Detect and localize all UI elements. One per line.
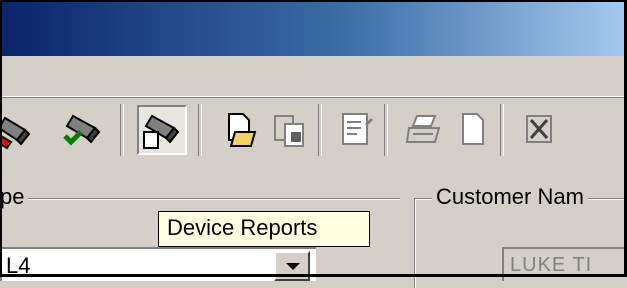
blank-page-button[interactable] xyxy=(448,105,498,155)
device-reports-icon xyxy=(143,114,180,149)
properties-icon xyxy=(342,113,373,145)
toolbar-separator xyxy=(120,104,124,156)
toolbar-separator xyxy=(318,104,322,156)
close-tool-icon xyxy=(526,115,552,143)
window-title-bar xyxy=(0,0,627,56)
customer-group-label: Customer Nam xyxy=(432,184,588,210)
toolbar-separator xyxy=(198,104,202,156)
type-combobox[interactable]: L4 xyxy=(0,247,316,281)
device-red-button[interactable] xyxy=(0,105,42,155)
customer-name-value: LUKE TI xyxy=(510,254,593,276)
device-ok-button[interactable] xyxy=(58,105,108,155)
device-red-icon xyxy=(0,116,31,150)
toolbar xyxy=(0,97,627,176)
type-combo-value: L4 xyxy=(6,253,31,278)
new-document-button[interactable] xyxy=(216,105,266,155)
print-button[interactable] xyxy=(400,105,450,155)
toolbar-separator xyxy=(500,104,504,156)
device-ok-icon xyxy=(63,114,101,146)
toolbar-separator xyxy=(384,104,388,156)
device-reports-button[interactable] xyxy=(137,105,187,155)
new-document-icon xyxy=(228,113,257,147)
menu-bar xyxy=(0,56,627,97)
paste-button[interactable] xyxy=(264,105,314,155)
device-reports-tooltip: Device Reports xyxy=(158,211,370,247)
close-tool-button[interactable] xyxy=(512,105,562,155)
customer-name-field[interactable]: LUKE TI xyxy=(502,247,627,281)
print-icon xyxy=(405,115,441,143)
properties-button[interactable] xyxy=(332,105,382,155)
paste-icon xyxy=(274,115,304,147)
blank-page-icon xyxy=(462,113,484,145)
type-group-label: pe xyxy=(0,184,29,210)
